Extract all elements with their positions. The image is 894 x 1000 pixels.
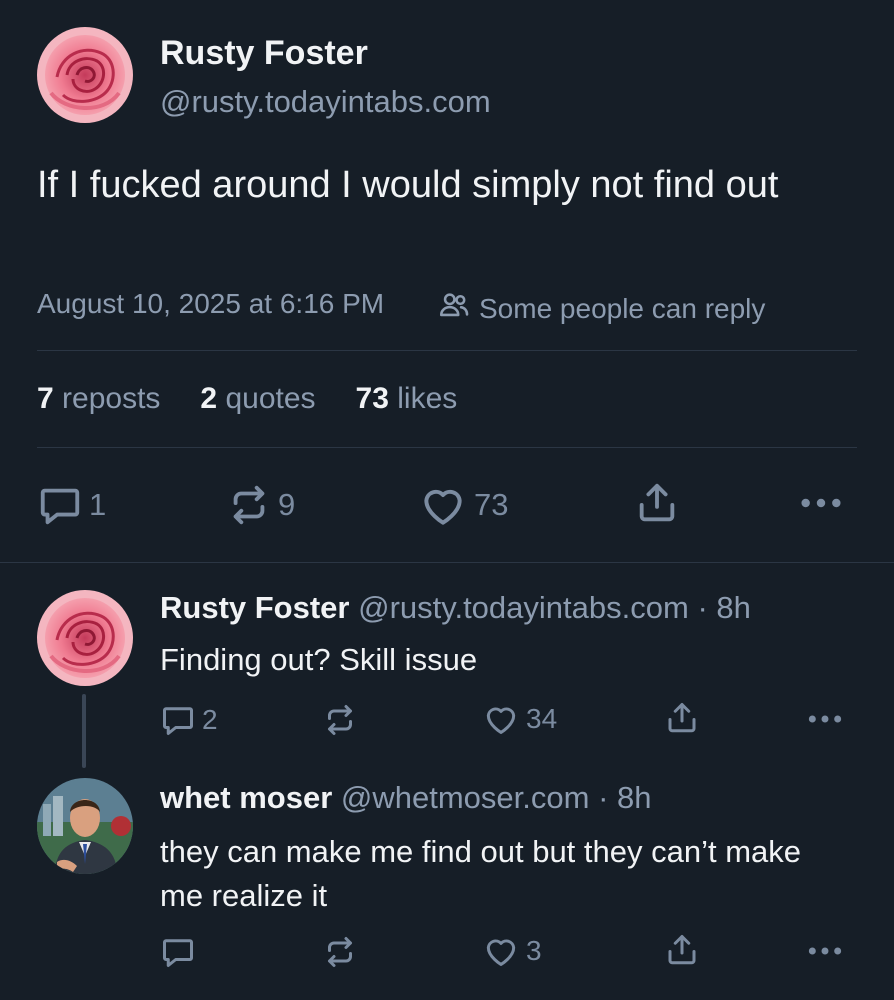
share-button[interactable]: [664, 700, 700, 736]
likes-stat[interactable]: 73 likes: [356, 382, 458, 416]
reply-author-handle[interactable]: @rusty.todayintabs.com: [358, 590, 689, 625]
heart-icon: [482, 700, 520, 738]
reply-header: Rusty Foster @rusty.todayintabs.com · 8h: [160, 590, 751, 626]
reply-header: whet moser @whetmoser.com · 8h: [160, 780, 652, 816]
reply-button[interactable]: [160, 934, 202, 970]
reply-setting-label: Some people can reply: [479, 292, 766, 324]
author-name[interactable]: Rusty Foster: [160, 34, 368, 73]
repost-arrows-icon: [322, 934, 358, 970]
reply-count: 2: [202, 704, 218, 735]
like-button[interactable]: 34: [482, 700, 557, 738]
author-avatar[interactable]: [37, 27, 133, 123]
author-handle[interactable]: @rusty.todayintabs.com: [160, 84, 491, 120]
reply-setting[interactable]: Some people can reply: [437, 288, 765, 329]
section-divider: [0, 562, 894, 563]
heart-icon: [482, 932, 520, 970]
repost-arrows-icon: [322, 702, 358, 738]
people-icon: [437, 288, 471, 329]
reply-button[interactable]: 1: [37, 482, 106, 528]
more-options-button[interactable]: [798, 480, 844, 526]
more-dots-icon: [798, 480, 844, 526]
post-text: If I fucked around I would simply not fi…: [37, 164, 779, 206]
share-icon: [664, 932, 700, 968]
like-button[interactable]: 73: [418, 480, 508, 530]
more-options-button[interactable]: [806, 932, 844, 970]
reply-count: 1: [89, 487, 107, 522]
reply-author-avatar[interactable]: [37, 590, 133, 686]
divider: [37, 447, 857, 448]
reply-author-name[interactable]: Rusty Foster: [160, 590, 349, 625]
divider: [37, 350, 857, 351]
reply-author-name[interactable]: whet moser: [160, 780, 332, 815]
like-count: 73: [474, 487, 509, 522]
heart-icon: [418, 480, 468, 530]
reposts-stat[interactable]: 7 reposts: [37, 382, 160, 416]
reply-text: Finding out? Skill issue: [160, 642, 478, 677]
speech-bubble-icon: [160, 934, 196, 970]
repost-arrows-icon: [226, 482, 272, 528]
repost-button[interactable]: [322, 702, 364, 738]
share-icon: [664, 700, 700, 736]
reply-time: · 8h: [598, 780, 652, 815]
post-timestamp: August 10, 2025 at 6:16 PM: [37, 288, 385, 319]
reply-time: · 8h: [697, 590, 751, 625]
like-count: 34: [526, 703, 558, 734]
quotes-stat[interactable]: 2 quotes: [200, 382, 315, 416]
like-count: 3: [526, 935, 542, 966]
speech-bubble-icon: [160, 702, 196, 738]
share-icon: [634, 480, 680, 526]
share-button[interactable]: [664, 932, 700, 968]
speech-bubble-icon: [37, 482, 83, 528]
more-options-button[interactable]: [806, 700, 844, 738]
reply-author-handle[interactable]: @whetmoser.com: [341, 780, 590, 815]
reply-text: they can make me find out but they can’t…: [160, 834, 802, 913]
repost-button[interactable]: [322, 934, 364, 970]
repost-count: 9: [278, 487, 296, 522]
like-button[interactable]: 3: [482, 932, 542, 970]
share-button[interactable]: [634, 480, 680, 526]
reply-button[interactable]: 2: [160, 702, 218, 738]
reply-author-avatar[interactable]: [37, 778, 133, 874]
more-dots-icon: [806, 700, 844, 738]
more-dots-icon: [806, 932, 844, 970]
thread-line: [82, 694, 86, 768]
post-stats: 7 reposts 2 quotes 73 likes: [37, 382, 457, 416]
repost-button[interactable]: 9: [226, 482, 295, 528]
